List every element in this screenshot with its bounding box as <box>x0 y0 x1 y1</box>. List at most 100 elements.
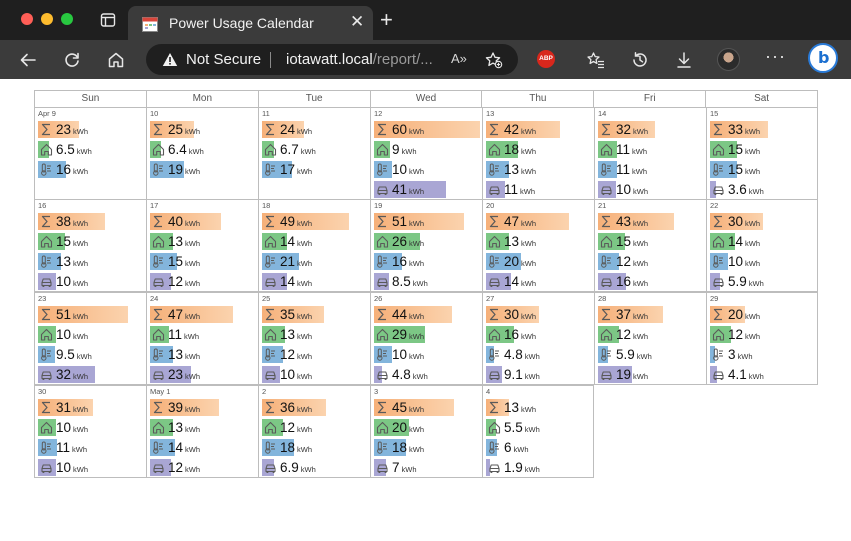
calendar-day-cell[interactable]: 25 35 kWh 13 kWh 12 kWh 10 kWh <box>258 292 370 385</box>
thermometer-icon <box>376 348 389 361</box>
total-usage-row: 24 kWh <box>262 121 368 138</box>
total-usage-row: 42 kWh <box>486 121 592 138</box>
profile-avatar[interactable] <box>717 48 740 71</box>
calendar-day-cell[interactable]: 13 42 kWh 18 kWh 13 kWh 11 kWh <box>482 107 594 200</box>
hvac-usage-row: 11 kWh <box>598 161 704 178</box>
zoom-window-button[interactable] <box>61 13 73 25</box>
address-bar[interactable]: Not Secure iotawatt.local/report/... A» <box>146 44 518 75</box>
hvac-usage-value: 15 kWh <box>168 254 201 269</box>
calendar-day-cell[interactable]: 27 30 kWh 16 kWh 4.8 kWh 9.1 kWh <box>482 292 594 385</box>
url-text[interactable]: iotawatt.local/report/... <box>286 51 433 68</box>
day-date-label: Apr 9 <box>38 109 56 118</box>
calendar-day-cell[interactable]: 20 47 kWh 13 kWh 20 kWh 14 kWh <box>482 199 594 292</box>
calendar-day-cell[interactable]: 4 13 kWh 5.5 kWh 6 kWh 1.9 kWh <box>482 385 594 478</box>
thermometer-icon <box>152 441 165 454</box>
kwh-unit-label: kWh <box>745 259 761 268</box>
minimize-window-button[interactable] <box>41 13 53 25</box>
weekday-header-tue: Tue <box>257 91 370 107</box>
hvac-usage-row: 13 kWh <box>150 346 256 363</box>
thermometer-icon <box>264 348 277 361</box>
adblock-extension-icon[interactable]: ABP <box>537 50 555 68</box>
house-usage-value: 15 kWh <box>56 234 89 249</box>
kwh-unit-label: kWh <box>409 127 425 136</box>
calendar-day-cell[interactable]: 23 51 kWh 10 kWh 9.5 kWh 32 kWh <box>34 292 146 385</box>
house-usage-value: 13 kWh <box>168 420 201 435</box>
calendar-day-cell[interactable]: 26 44 kWh 29 kWh 10 kWh 4.8 kWh <box>370 292 482 385</box>
calendar-day-cell[interactable]: 18 49 kWh 14 kWh 21 kWh 14 kWh <box>258 199 370 292</box>
kwh-unit-label: kWh <box>745 147 761 156</box>
tab-actions-icon[interactable] <box>100 12 116 28</box>
calendar-day-cell[interactable]: 24 47 kWh 11 kWh 13 kWh 23 kWh <box>146 292 258 385</box>
hvac-usage-row: 12 kWh <box>262 346 368 363</box>
new-tab-icon[interactable]: + <box>380 9 393 31</box>
calendar-day-cell[interactable]: 21 43 kWh 15 kWh 12 kWh 16 kWh <box>594 199 706 292</box>
ev-usage-value: 41 kWh <box>392 182 425 197</box>
tab-close-icon[interactable]: ✕ <box>350 12 364 32</box>
calendar-day-cell[interactable]: 30 31 kWh 10 kWh 11 kWh 10 kWh <box>34 385 146 478</box>
history-icon[interactable] <box>630 50 650 70</box>
kwh-unit-label: kWh <box>409 312 425 321</box>
calendar-day-cell[interactable]: 17 40 kWh 13 kWh 15 kWh 12 kWh <box>146 199 258 292</box>
calendar-day-cell[interactable]: 19 51 kWh 26 kWh 16 kWh 8.5 kWh <box>370 199 482 292</box>
sigma-total-icon <box>152 215 165 228</box>
back-arrow-icon[interactable] <box>18 50 38 70</box>
calendar-day-cell[interactable]: 2 36 kWh 12 kWh 18 kWh 6.9 kWh <box>258 385 370 478</box>
house-usage-row: 14 kWh <box>710 233 816 250</box>
day-date-label: 4 <box>486 387 491 396</box>
kwh-unit-label: kWh <box>745 312 761 321</box>
more-menu-icon[interactable]: ··· <box>765 46 786 67</box>
kwh-unit-label: kWh <box>188 147 204 156</box>
thermometer-icon <box>376 441 389 454</box>
calendar-day-cell[interactable]: 10 25 kWh 6.4 kWh 19 kWh <box>146 107 258 200</box>
ev-usage-value: 19 kWh <box>616 367 649 382</box>
favorites-icon[interactable] <box>586 50 606 70</box>
home-icon[interactable] <box>106 50 126 70</box>
hvac-usage-value: 21 kWh <box>280 254 313 269</box>
calendar-day-cell[interactable]: 12 60 kWh 9 kWh 10 kWh 41 kWh <box>370 107 482 200</box>
sigma-total-icon <box>488 308 501 321</box>
browser-tab[interactable]: Power Usage Calendar ✕ <box>128 6 373 40</box>
day-date-label: 27 <box>486 294 495 303</box>
downloads-icon[interactable] <box>674 50 694 70</box>
sigma-total-icon <box>600 215 613 228</box>
sigma-total-icon <box>264 308 277 321</box>
house-usage-value: 10 kWh <box>56 420 89 435</box>
kwh-unit-label: kWh <box>73 279 89 288</box>
calendar-day-cell[interactable]: 15 33 kWh 15 kWh 15 kWh 3.6 kWh <box>706 107 818 200</box>
house-usage-row: 20 kWh <box>374 419 480 436</box>
calendar-day-cell[interactable]: 14 32 kWh 11 kWh 11 kWh 10 kWh <box>594 107 706 200</box>
house-icon <box>376 235 389 248</box>
calendar-day-cell[interactable]: 3 45 kWh 20 kWh 18 kWh 7 kWh <box>370 385 482 478</box>
warning-icon[interactable] <box>162 52 178 67</box>
copilot-icon[interactable]: b <box>808 43 838 73</box>
calendar-day-cell[interactable]: 29 20 kWh 12 kWh 3 kWh 4.1 kWh <box>706 292 818 385</box>
total-usage-value: 30 kWh <box>728 214 761 229</box>
total-usage-row: 23 kWh <box>38 121 144 138</box>
hvac-usage-value: 12 kWh <box>616 254 649 269</box>
calendar-day-cell[interactable]: Apr 9 23 kWh 6.5 kWh 16 kWh <box>34 107 146 200</box>
calendar-day-cell[interactable]: 22 30 kWh 14 kWh 10 kWh 5.9 kWh <box>706 199 818 292</box>
ev-usage-value: 9.1 kWh <box>504 367 540 382</box>
sigma-total-icon <box>600 308 613 321</box>
ev-usage-row: 5.9 kWh <box>710 273 816 290</box>
kwh-unit-label: kWh <box>297 279 313 288</box>
calendar-day-cell[interactable]: 16 38 kWh 15 kWh 13 kWh 10 kWh <box>34 199 146 292</box>
car-icon <box>376 368 389 381</box>
kwh-unit-label: kWh <box>745 219 761 228</box>
total-usage-row: 31 kWh <box>38 399 144 416</box>
car-icon <box>488 183 501 196</box>
calendar-day-cell[interactable]: May 1 39 kWh 13 kWh 14 kWh 12 kWh <box>146 385 258 478</box>
kwh-unit-label: kWh <box>73 167 89 176</box>
hvac-usage-row: 12 kWh <box>598 253 704 270</box>
day-date-label: 29 <box>710 294 719 303</box>
calendar-day-cell[interactable]: 11 24 kWh 6.7 kWh 17 kWh <box>258 107 370 200</box>
add-favorite-icon[interactable] <box>485 51 503 69</box>
refresh-icon[interactable] <box>62 50 82 70</box>
read-aloud-icon[interactable]: A» <box>451 51 467 66</box>
kwh-unit-label: kWh <box>521 219 537 228</box>
close-window-button[interactable] <box>21 13 33 25</box>
thermometer-icon <box>264 163 277 176</box>
calendar-day-cell[interactable]: 28 37 kWh 12 kWh 5.9 kWh 19 kWh <box>594 292 706 385</box>
ev-usage-row: 4.1 kWh <box>710 366 816 383</box>
security-status-label[interactable]: Not Secure <box>186 51 261 68</box>
